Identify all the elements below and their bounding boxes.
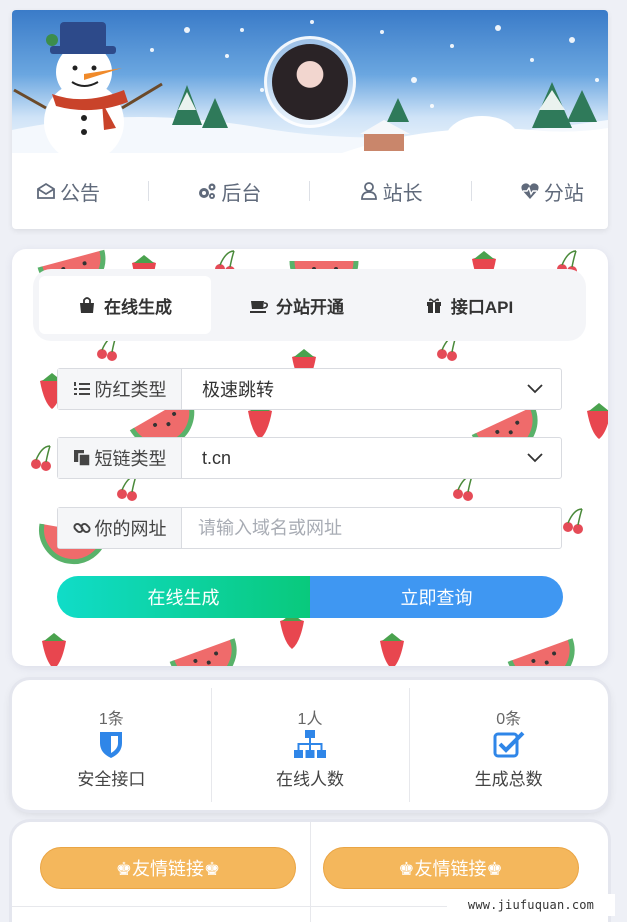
nav-webmaster-label: 站长 [382, 182, 423, 205]
stat-secure-api: 1条 安全接口 [12, 680, 211, 810]
shortlink-type-select[interactable]: t.cn [182, 438, 561, 478]
shield-icon [100, 732, 123, 758]
url-input[interactable] [182, 508, 561, 548]
shopping-bag-icon [80, 297, 94, 313]
heartbeat-icon [521, 183, 539, 199]
url-field: 你的网址 [57, 507, 562, 549]
nav-admin[interactable]: 后台 [197, 177, 261, 206]
site-watermark: www.jiufuquan.com [447, 894, 615, 916]
nav-divider [148, 181, 150, 201]
nav-admin-label: 后台 [221, 182, 262, 205]
friend-link-button[interactable]: ♚友情链接♚ [322, 847, 579, 889]
copy-icon [73, 450, 91, 467]
stat-online-users: 1人 在线人数 [210, 680, 410, 810]
shortlink-type-label: 短链类型 [94, 449, 167, 469]
stat-generated-total: 0条 生成总数 [409, 680, 608, 810]
stat-value: 1人 [297, 711, 323, 728]
shortlink-type-value: t.cn [202, 447, 232, 468]
stat-value: 0条 [496, 711, 522, 728]
link-icon [72, 522, 91, 534]
url-label: 你的网址 [94, 519, 167, 539]
winter-banner [12, 10, 608, 153]
avatar [272, 44, 348, 120]
generate-button[interactable]: 在线生成 [57, 576, 310, 618]
antired-type-select[interactable]: 极速跳转 [182, 369, 561, 409]
chevron-down-icon [527, 453, 543, 463]
stat-label: 生成总数 [474, 770, 543, 789]
avatar-frame [264, 36, 356, 128]
nav-substation[interactable]: 分站 [520, 177, 584, 206]
stat-value: 1条 [98, 711, 124, 728]
sitemap-icon [294, 730, 326, 758]
query-button[interactable]: 立即查询 [310, 576, 563, 618]
tab-online-generate[interactable]: 在线生成 [39, 276, 211, 334]
shortlink-type-addon: 短链类型 [58, 438, 182, 478]
tab-online-generate-label: 在线生成 [104, 297, 172, 317]
envelope-open-icon [37, 182, 55, 199]
top-nav: 公告 后台 站长 分站 [12, 153, 608, 229]
generator-card: 在线生成 分站开通 接口API 防红类型 极速跳转 短链类型 t.cn 你的网址… [12, 249, 608, 666]
friend-links-column: ♚友情链接♚ [12, 822, 310, 922]
nav-announcement[interactable]: 公告 [36, 177, 100, 206]
stats-card: 1条 安全接口 1人 在线人数 0条 生成总数 [12, 680, 608, 810]
row-divider [12, 906, 310, 907]
tab-api-label: 接口API [450, 297, 514, 317]
gift-icon [426, 298, 441, 313]
nav-webmaster[interactable]: 站长 [359, 177, 423, 206]
antired-type-label: 防红类型 [94, 380, 167, 400]
list-ol-icon [73, 382, 90, 395]
generator-tabs: 在线生成 分站开通 接口API [33, 269, 586, 341]
chevron-down-icon [527, 384, 543, 394]
header-card: 公告 后台 站长 分站 [12, 10, 608, 229]
nav-announcement-label: 公告 [60, 182, 101, 205]
coffee-cup-icon [250, 301, 268, 313]
tab-api[interactable]: 接口API [383, 276, 555, 334]
action-buttons: 在线生成 立即查询 [57, 576, 563, 618]
nav-substation-label: 分站 [543, 182, 584, 205]
nav-divider [309, 181, 311, 201]
tab-open-substation-label: 分站开通 [276, 297, 344, 317]
antired-type-value: 极速跳转 [202, 380, 274, 400]
shortlink-type-field: 短链类型 t.cn [57, 437, 562, 479]
tab-open-substation[interactable]: 分站开通 [211, 276, 383, 334]
stat-label: 安全接口 [77, 770, 146, 789]
gears-icon [199, 183, 216, 199]
check-square-icon [493, 731, 525, 758]
antired-type-addon: 防红类型 [58, 369, 182, 409]
nav-divider [470, 181, 472, 201]
user-icon [360, 182, 377, 200]
stat-label: 在线人数 [276, 770, 344, 789]
url-addon: 你的网址 [58, 508, 182, 548]
friend-link-button[interactable]: ♚友情链接♚ [40, 847, 296, 889]
antired-type-field: 防红类型 极速跳转 [57, 368, 562, 410]
